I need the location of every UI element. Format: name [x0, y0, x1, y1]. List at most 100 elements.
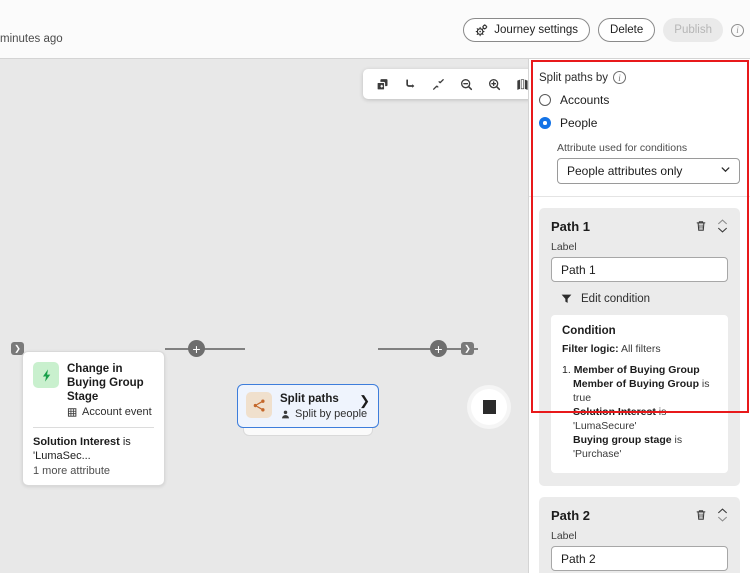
- delete-button[interactable]: Delete: [598, 18, 656, 42]
- chevron-down-icon: [720, 164, 731, 178]
- path-2-label-caption: Label: [551, 530, 577, 542]
- path-2-label-value: Path 2: [561, 551, 596, 566]
- condition-item-heading: 1. Member of Buying Group: [562, 363, 717, 377]
- journey-settings-label: Journey settings: [494, 24, 579, 36]
- account-grid-icon: [67, 407, 77, 417]
- path-1-header: Path 1: [551, 219, 728, 234]
- condition-list: 1. Member of Buying Group Member of Buyi…: [562, 363, 717, 461]
- last-modified-text: minutes ago: [0, 33, 63, 45]
- delete-path-2-icon[interactable]: [694, 508, 708, 522]
- radio-option-people[interactable]: People: [539, 116, 740, 130]
- journey-settings-button[interactable]: Journey settings: [463, 18, 591, 42]
- attribute-select-value: People attributes only: [567, 164, 683, 178]
- top-bar-actions: Journey settings Delete Publish i: [463, 18, 744, 42]
- node-change-in-buying-group-stage[interactable]: Change in Buying Group Stage Account eve…: [22, 351, 165, 486]
- add-step-button-2[interactable]: +: [430, 340, 447, 357]
- filter-logic-label: Filter logic:: [562, 343, 619, 355]
- radio-accounts-indicator: [539, 94, 551, 106]
- node-texts: Change in Buying Group Stage Account eve…: [67, 362, 154, 418]
- minimap-icon[interactable]: [509, 71, 528, 97]
- chevron-down-icon: [718, 516, 727, 522]
- node-header: Change in Buying Group Stage Account eve…: [33, 362, 154, 418]
- add-step-button-1[interactable]: +: [188, 340, 205, 357]
- split-paths-by-label: Split paths by: [539, 71, 609, 84]
- node-more-attributes[interactable]: 1 more attribute: [33, 465, 154, 477]
- stop-square-icon: [482, 400, 496, 414]
- radio-people-indicator: [539, 117, 551, 129]
- path-card-1: Path 1 Label Path 1 Edit condition Condi…: [539, 208, 740, 486]
- share-branch-icon: [246, 392, 272, 418]
- split-paths-by-label-row: Split paths by i: [539, 71, 740, 84]
- publish-button[interactable]: Publish: [663, 18, 723, 42]
- path-card-2: Path 2 Label Path 2: [539, 497, 740, 573]
- lightning-bolt-icon: [33, 362, 59, 388]
- condition-heading: Condition: [562, 325, 616, 337]
- path-2-header: Path 2: [551, 508, 728, 523]
- journey-end-node[interactable]: [471, 389, 507, 425]
- delete-path-1-icon[interactable]: [694, 219, 708, 233]
- node-attribute-name: Solution Interest: [33, 436, 120, 448]
- expand-chevron-node[interactable]: ❯: [461, 342, 474, 355]
- filter-logic-row: Filter logic: All filters: [562, 343, 717, 355]
- redo-icon[interactable]: [397, 71, 423, 97]
- radio-option-accounts[interactable]: Accounts: [539, 93, 740, 107]
- publish-label: Publish: [674, 24, 712, 36]
- node-title: Change in Buying Group Stage: [67, 363, 144, 403]
- condition-rule-field: Member of Buying Group: [573, 378, 699, 390]
- chevron-up-icon: [718, 219, 727, 225]
- node-subtitle-row: Account event: [67, 406, 154, 418]
- path-2-label-input[interactable]: Path 2: [551, 546, 728, 571]
- condition-item-name: Member of Buying Group: [573, 364, 700, 376]
- zoom-out-icon[interactable]: [453, 71, 479, 97]
- path-2-title: Path 2: [551, 508, 591, 523]
- condition-rule: Buying group stage is 'Purchase': [562, 433, 717, 461]
- top-bar: minutes ago Journey settings Delete Publ…: [0, 0, 750, 58]
- attribute-select[interactable]: People attributes only: [557, 158, 740, 184]
- node-divider: [33, 427, 154, 428]
- node-attribute: Solution Interest is 'LumaSec...: [33, 435, 154, 463]
- condition-rule: Solution Interest is 'LumaSecure': [562, 405, 717, 433]
- fit-to-screen-icon[interactable]: [425, 71, 451, 97]
- node-split-paths[interactable]: Split paths Split by people ❯: [237, 384, 379, 428]
- reorder-path-2-control[interactable]: [717, 508, 728, 522]
- split-node-subtitle-row: Split by people: [280, 408, 367, 420]
- condition-rule: Member of Buying Group is true: [562, 377, 717, 405]
- path-1-condition-box: Condition Filter logic: All filters 1. M…: [551, 315, 728, 473]
- path-1-label-value: Path 1: [561, 262, 596, 277]
- path-1-title: Path 1: [551, 219, 591, 234]
- node-subtitle: Account event: [82, 406, 152, 418]
- attribute-field: Attribute used for conditions People att…: [557, 142, 740, 184]
- split-paths-by-section: Split paths by i Accounts People Attribu…: [529, 59, 750, 197]
- condition-item-number: 1.: [562, 364, 571, 376]
- gear-icon: [475, 23, 488, 37]
- condition-rule-field: Buying group stage: [573, 434, 672, 446]
- path-1-tools: [694, 219, 728, 233]
- split-node-title: Split paths: [280, 393, 339, 405]
- journey-builder-app: minutes ago Journey settings Delete Publ…: [0, 0, 750, 573]
- chevron-up-icon: [718, 508, 727, 514]
- radio-people-label: People: [560, 116, 598, 130]
- filter-icon: [561, 294, 572, 303]
- canvas-toolbar: [363, 69, 528, 99]
- attribute-field-label: Attribute used for conditions: [557, 142, 688, 154]
- edit-condition-button[interactable]: Edit condition: [551, 292, 728, 305]
- chevron-right-icon[interactable]: ❯: [359, 393, 370, 409]
- info-icon[interactable]: i: [731, 23, 744, 37]
- person-icon: [282, 410, 289, 418]
- info-icon[interactable]: i: [613, 71, 627, 84]
- filter-logic-value: All filters: [620, 343, 661, 355]
- path-1-label-input[interactable]: Path 1: [551, 257, 728, 282]
- node-split-paths-wrapper: Split paths Split by people ❯: [237, 384, 379, 436]
- split-node-subtitle: Split by people: [295, 408, 368, 420]
- zoom-in-icon[interactable]: [481, 71, 507, 97]
- path-2-tools: [694, 508, 728, 522]
- chevron-down-icon: [718, 227, 727, 233]
- edit-condition-label: Edit condition: [581, 292, 651, 305]
- reorder-path-1-control[interactable]: [717, 219, 728, 233]
- split-paths-settings-panel: Split paths by i Accounts People Attribu…: [528, 58, 750, 573]
- delete-label: Delete: [610, 24, 644, 36]
- duplicate-icon[interactable]: [369, 71, 395, 97]
- journey-canvas[interactable]: ❯ + + ❯ Change in Buying Group Stage Acc…: [0, 58, 528, 573]
- split-node-texts: Split paths Split by people: [280, 392, 367, 420]
- radio-accounts-label: Accounts: [560, 93, 610, 107]
